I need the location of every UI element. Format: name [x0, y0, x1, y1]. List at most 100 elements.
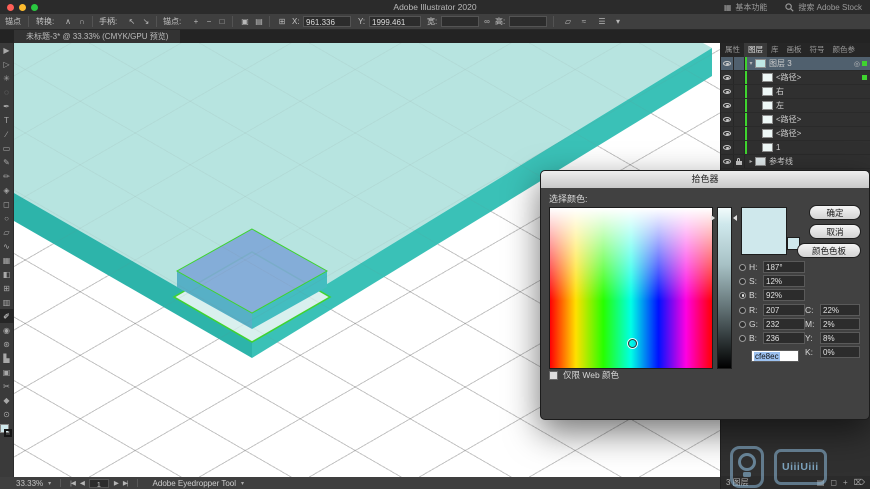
visibility-toggle[interactable] [721, 155, 734, 168]
ok-button[interactable]: 确定 [809, 205, 861, 220]
expand-arrow-icon[interactable]: ▸ [747, 158, 755, 165]
panel-tab-4[interactable]: 画板 [783, 43, 806, 57]
width-tool[interactable]: ∿ [0, 239, 14, 253]
field-input[interactable]: 236 [763, 332, 805, 344]
panel-tab-2[interactable]: 图层 [744, 43, 767, 57]
reference-point-icon[interactable]: ⊞ [276, 16, 288, 27]
layer-name[interactable]: 参考线 [769, 156, 870, 167]
layer-row[interactable]: <路径> [721, 127, 870, 141]
panel-tab-6[interactable]: 颜色参 [829, 43, 860, 57]
gradient-tool[interactable]: ▥ [0, 295, 14, 309]
lasso-tool[interactable]: ◌ [0, 85, 14, 99]
column-graph-tool[interactable]: ▙ [0, 351, 14, 365]
layer-thumbnail[interactable] [762, 87, 773, 96]
remove-anchor-icon[interactable]: − [203, 16, 215, 27]
zoom-dropdown-icon[interactable]: ▾ [48, 480, 51, 487]
artboard-tool[interactable]: ▣ [0, 365, 14, 379]
layer-name[interactable]: 1 [776, 143, 870, 152]
rotate-tool[interactable]: ○ [0, 211, 14, 225]
last-artboard-icon[interactable]: ▶| [123, 479, 128, 487]
field-input[interactable]: 12% [763, 275, 805, 287]
slider-arrow-left-icon[interactable] [711, 215, 715, 221]
workspace-switcher[interactable]: ▦ 基本功能 [724, 2, 768, 13]
color-spectrum-field[interactable] [549, 207, 713, 369]
field-radio[interactable] [739, 335, 746, 342]
zoom-level[interactable]: 33.33% [16, 479, 43, 488]
status-dropdown-icon[interactable]: ▾ [241, 480, 244, 487]
isolate-icon[interactable]: ▣ [239, 16, 251, 27]
document-tab[interactable]: 未标题-3* @ 33.33% (CMYK/GPU 预览) [14, 30, 180, 43]
show-handles-icon[interactable]: ↖ [126, 16, 138, 27]
lock-toggle[interactable] [734, 85, 745, 98]
zoom-tool[interactable]: ⊙ [0, 407, 14, 421]
selection-tool[interactable]: ▶ [0, 43, 14, 57]
transform-icon[interactable]: ▱ [562, 16, 574, 27]
symbol-sprayer-tool[interactable]: ⊛ [0, 337, 14, 351]
visibility-toggle[interactable] [721, 127, 734, 140]
height-field[interactable] [509, 16, 547, 27]
layer-thumbnail[interactable] [762, 115, 773, 124]
lock-toggle[interactable] [734, 127, 745, 140]
delete-layer-icon[interactable]: ⌦ [854, 478, 865, 487]
shaper-tool[interactable]: ◈ [0, 183, 14, 197]
layer-name[interactable]: <路径> [776, 114, 870, 125]
layer-name[interactable]: 右 [776, 86, 870, 97]
layer-thumbnail[interactable] [762, 101, 773, 110]
direct-selection-tool[interactable]: ▷ [0, 57, 14, 71]
rectangle-tool[interactable]: ▭ [0, 141, 14, 155]
panel-tab-5[interactable]: 符号 [806, 43, 829, 57]
field-input[interactable]: 2% [820, 318, 860, 330]
layer-thumbnail[interactable] [762, 73, 773, 82]
color-marker[interactable] [628, 339, 637, 348]
layer-name[interactable]: 左 [776, 100, 870, 111]
free-transform-tool[interactable]: ▦ [0, 253, 14, 267]
first-artboard-icon[interactable]: |◀ [70, 479, 75, 487]
panel-menu-icon[interactable]: ☰ [596, 16, 608, 27]
stroke-swatch[interactable] [4, 429, 12, 437]
hex-input[interactable]: cfe8ec [751, 350, 799, 362]
paintbrush-tool[interactable]: ✎ [0, 155, 14, 169]
layer-row[interactable]: 左 [721, 99, 870, 113]
slider-arrow-right-icon[interactable] [733, 215, 737, 221]
align-icon[interactable]: ▤ [253, 16, 265, 27]
field-input[interactable]: 232 [763, 318, 805, 330]
prev-artboard-icon[interactable]: ◀ [80, 479, 84, 487]
type-tool[interactable]: T [0, 113, 14, 127]
pencil-tool[interactable]: ✏ [0, 169, 14, 183]
new-layer-icon[interactable]: + [843, 478, 848, 487]
lock-toggle[interactable] [734, 99, 745, 112]
hand-tool[interactable]: ◆ [0, 393, 14, 407]
magic-wand-tool[interactable]: ✳ [0, 71, 14, 85]
more-options-chevron-icon[interactable]: ▾ [612, 16, 624, 27]
blend-tool[interactable]: ◉ [0, 323, 14, 337]
panel-tab-1[interactable]: 属性 [721, 43, 744, 57]
layer-name[interactable]: <路径> [776, 72, 862, 83]
line-segment-tool[interactable]: ∕ [0, 127, 14, 141]
link-dimensions-icon[interactable]: ∞ [481, 16, 493, 27]
layer-thumbnail[interactable] [762, 129, 773, 138]
panel-tab-3[interactable]: 库 [767, 43, 783, 57]
color-swatches-button[interactable]: 颜色色板 [797, 243, 861, 258]
lock-toggle[interactable] [734, 141, 745, 154]
cut-path-icon[interactable]: + [190, 16, 202, 27]
x-field[interactable]: 961.336 [303, 16, 351, 27]
layer-row[interactable]: <路径> [721, 113, 870, 127]
field-radio[interactable] [739, 307, 746, 314]
field-input[interactable]: 22% [820, 304, 860, 316]
layer-row[interactable]: ▾图层 3◎ [721, 57, 870, 71]
make-mask-icon[interactable]: ◻ [830, 478, 837, 487]
next-artboard-icon[interactable]: ▶ [114, 479, 118, 487]
target-circle-icon[interactable]: ◎ [854, 60, 860, 68]
layer-row[interactable]: ▸ 参考线 [721, 155, 870, 169]
scale-tool[interactable]: ▱ [0, 225, 14, 239]
field-input[interactable]: 0% [820, 346, 860, 358]
visibility-toggle[interactable] [721, 71, 734, 84]
layer-name[interactable]: <路径> [776, 128, 870, 139]
shape-properties-icon[interactable]: ≈ [578, 16, 590, 27]
layer-row[interactable]: 右 [721, 85, 870, 99]
lock-toggle[interactable] [734, 113, 745, 126]
y-field[interactable]: 1999.461 [369, 16, 421, 27]
lock-toggle[interactable] [734, 71, 745, 84]
cancel-button[interactable]: 取消 [809, 224, 861, 239]
pen-tool[interactable]: ✒ [0, 99, 14, 113]
